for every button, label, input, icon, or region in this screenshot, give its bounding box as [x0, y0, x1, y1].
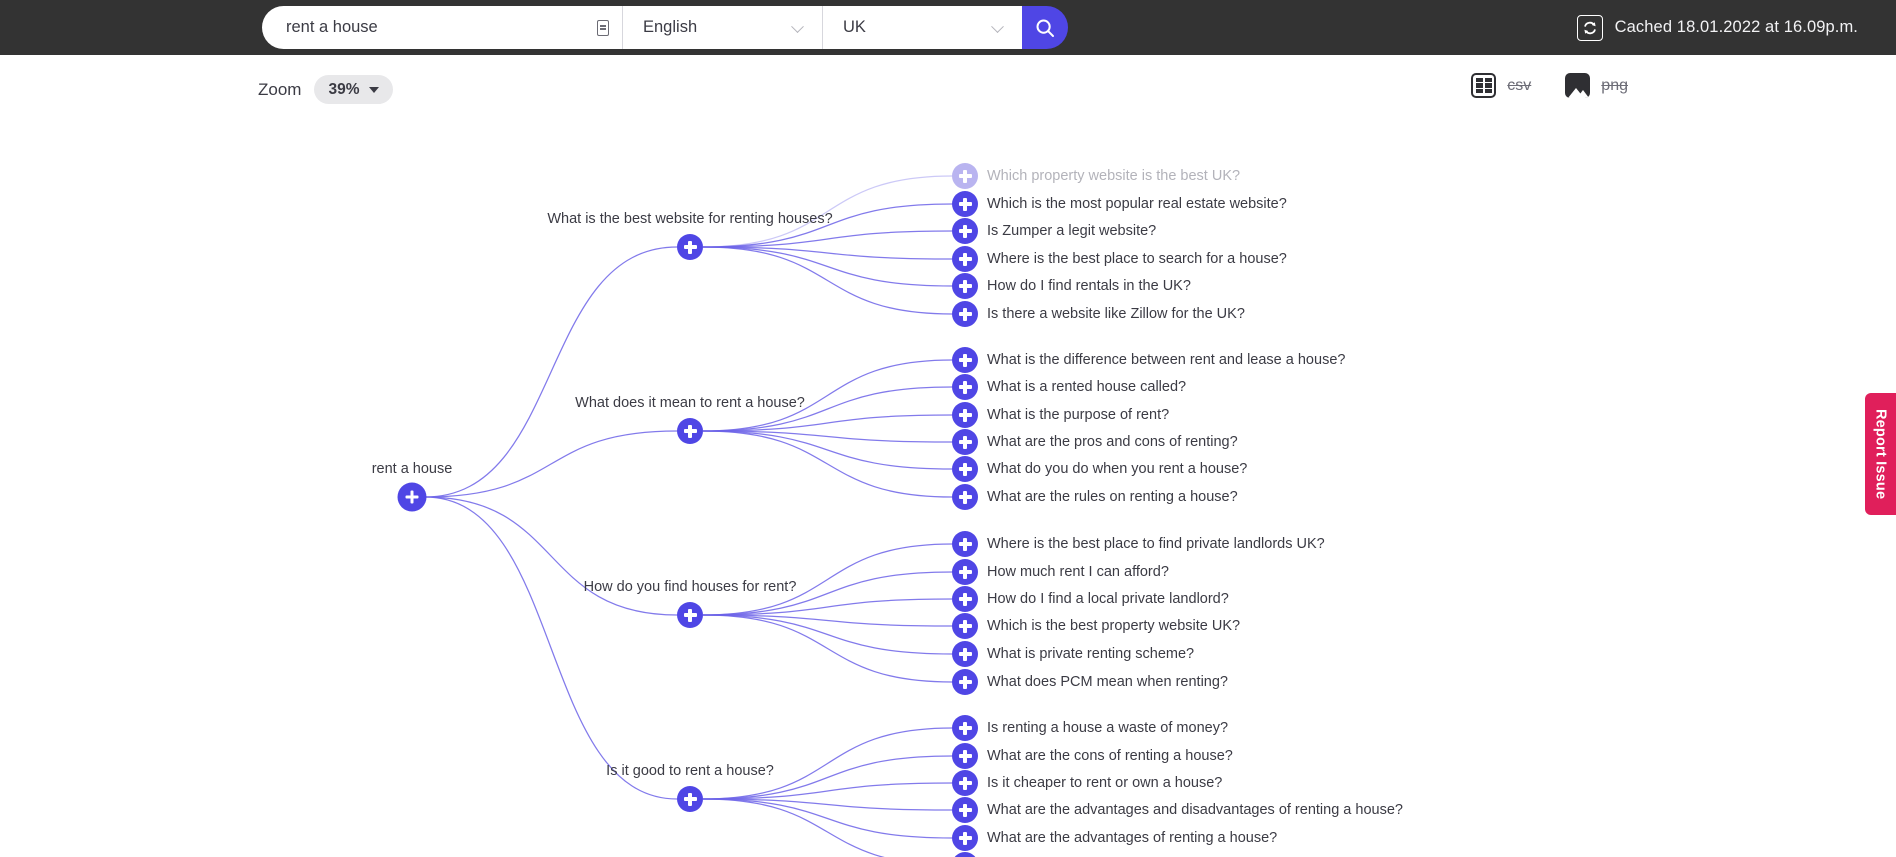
search-input[interactable]	[262, 6, 622, 49]
zoom-control: Zoom 39%	[258, 75, 393, 104]
mindmap-leaf-node[interactable]	[952, 743, 978, 769]
mindmap-node-label[interactable]: What is private renting scheme?	[987, 646, 1194, 662]
mindmap-node-label[interactable]: Is there a website like Zillow for the U…	[987, 306, 1245, 322]
mindmap-edges	[424, 175, 953, 857]
mindmap-branch-node[interactable]	[677, 418, 703, 444]
country-select[interactable]: UK	[822, 6, 1022, 49]
mindmap-leaf-node[interactable]	[952, 641, 978, 667]
mindmap-node-label[interactable]: What are the advantages of renting a hou…	[987, 830, 1277, 846]
mindmap-leaf-node[interactable]	[952, 531, 978, 557]
mindmap-leaf-node[interactable]	[952, 191, 978, 217]
report-issue-label: Report Issue	[1872, 408, 1889, 500]
mindmap-node-label[interactable]: What is the purpose of rent?	[987, 407, 1169, 423]
mindmap-leaf-node[interactable]	[952, 218, 978, 244]
zoom-label: Zoom	[258, 79, 302, 99]
mindmap-node-label[interactable]: Is renting a house a waste of money?	[987, 720, 1228, 736]
mindmap-node-label[interactable]: What are the rules on renting a house?	[987, 489, 1238, 505]
table-icon	[1471, 73, 1497, 98]
cache-timestamp: Cached 18.01.2022 at 16.09p.m.	[1614, 18, 1858, 36]
mindmap-node-label[interactable]: Is Zumper a legit website?	[987, 223, 1156, 239]
mindmap-leaf-node[interactable]	[952, 797, 978, 823]
mindmap-leaf-node[interactable]	[952, 586, 978, 612]
mindmap-node-label[interactable]: Where is the best place to find private …	[987, 536, 1325, 552]
mindmap-edge	[702, 246, 953, 315]
mindmap-node-label[interactable]: How much rent I can afford?	[987, 564, 1169, 580]
mindmap-node-label[interactable]: Is it good to rent a house?	[606, 763, 774, 779]
mindmap-leaf-node[interactable]	[952, 456, 978, 482]
mindmap-node-label[interactable]: What does PCM mean when renting?	[987, 674, 1228, 690]
mindmap-node-label[interactable]: Which is the best property website UK?	[987, 618, 1240, 634]
mindmap-leaf-node[interactable]	[952, 715, 978, 741]
image-icon	[1565, 73, 1591, 98]
zoom-value: 39%	[328, 80, 360, 98]
mindmap-node-label[interactable]: What are the cons of renting a house?	[987, 748, 1233, 764]
app-header: English UK Cached 18.01.2022 at 16.09p.m…	[0, 0, 1896, 55]
refresh-icon[interactable]	[1576, 14, 1603, 41]
mindmap-leaf-node[interactable]	[952, 273, 978, 299]
mindmap-leaf-node[interactable]	[952, 246, 978, 272]
caret-down-icon	[368, 86, 379, 93]
report-issue-tab[interactable]: Report Issue	[1865, 393, 1896, 515]
mindmap-leaf-node[interactable]	[952, 374, 978, 400]
mindmap-leaf-node[interactable]	[952, 163, 978, 189]
mindmap-leaf-node[interactable]	[952, 669, 978, 695]
mindmap-leaf-node[interactable]	[952, 825, 978, 851]
export-csv-button[interactable]: csv	[1471, 73, 1531, 98]
mindmap-node-label[interactable]: How do I find a local private landlord?	[987, 591, 1229, 607]
export-png-button[interactable]: png	[1565, 73, 1628, 98]
search-cluster: English UK	[262, 6, 1068, 49]
mindmap-node-label[interactable]: Which is the most popular real estate we…	[987, 196, 1287, 212]
mindmap-node-label[interactable]: What do you do when you rent a house?	[987, 461, 1247, 477]
mindmap-node-label[interactable]: Where is the best place to search for a …	[987, 251, 1287, 267]
search-input-wrapper	[262, 6, 622, 49]
mindmap-leaf-node[interactable]	[952, 402, 978, 428]
mindmap-canvas[interactable]: Which property website is the best UK? Wh…	[0, 125, 1896, 857]
mindmap-edge	[424, 496, 678, 800]
clipboard-icon[interactable]	[597, 19, 609, 36]
mindmap-edge	[424, 430, 678, 498]
mindmap-edge	[702, 430, 953, 498]
country-select-value: UK	[843, 18, 866, 36]
mindmap-node-label[interactable]: How do you find houses for rent?	[584, 579, 797, 595]
chevron-down-icon	[991, 19, 1004, 33]
mindmap-node-label[interactable]: What is a rented house called?	[987, 379, 1186, 395]
language-select-value: English	[643, 18, 698, 36]
mindmap-leaf-node[interactable]	[952, 484, 978, 510]
mindmap-node-label[interactable]: Which property website is the best UK?	[987, 168, 1240, 184]
mindmap-node-label[interactable]: What is the best website for renting hou…	[547, 211, 832, 227]
zoom-dropdown[interactable]: 39%	[314, 75, 393, 104]
mindmap-node-label[interactable]: What does it mean to rent a house?	[575, 395, 805, 411]
mindmap-branch-node[interactable]	[677, 786, 703, 812]
mindmap-leaf-node[interactable]	[952, 347, 978, 373]
mindmap-node-label[interactable]: Is it cheaper to rent or own a house?	[987, 775, 1222, 791]
mindmap-node-label[interactable]: How do I find rentals in the UK?	[987, 278, 1191, 294]
mindmap-root-node[interactable]	[397, 482, 427, 512]
export-png-label: png	[1601, 76, 1628, 94]
mindmap-branch-node[interactable]	[677, 602, 703, 628]
cache-status: Cached 18.01.2022 at 16.09p.m.	[1576, 0, 1858, 55]
mindmap-node-label[interactable]: What is the difference between rent and …	[987, 352, 1345, 368]
mindmap-leaf-node[interactable]	[952, 770, 978, 796]
mindmap-edge	[424, 496, 678, 616]
chevron-down-icon	[791, 19, 804, 33]
mindmap-leaf-node[interactable]	[952, 301, 978, 327]
search-icon	[1036, 19, 1054, 37]
search-button[interactable]	[1022, 6, 1068, 49]
mindmap-leaf-node[interactable]	[952, 429, 978, 455]
mindmap-node-label[interactable]: What are the pros and cons of renting?	[987, 434, 1238, 450]
mindmap-node-label[interactable]: rent a house	[372, 461, 453, 477]
export-buttons: csv png	[1471, 73, 1628, 98]
canvas-toolbar: Zoom 39% csv png	[0, 55, 1896, 125]
mindmap-leaf-node[interactable]	[952, 559, 978, 585]
mindmap-leaf-node[interactable]	[952, 613, 978, 639]
mindmap-edge	[424, 246, 678, 498]
mindmap-node-label[interactable]: What are the advantages and disadvantage…	[987, 802, 1403, 818]
mindmap-branch-node[interactable]	[677, 234, 703, 260]
mindmap-edge	[702, 798, 885, 857]
export-csv-label: csv	[1507, 76, 1532, 94]
language-select[interactable]: English	[622, 6, 822, 49]
